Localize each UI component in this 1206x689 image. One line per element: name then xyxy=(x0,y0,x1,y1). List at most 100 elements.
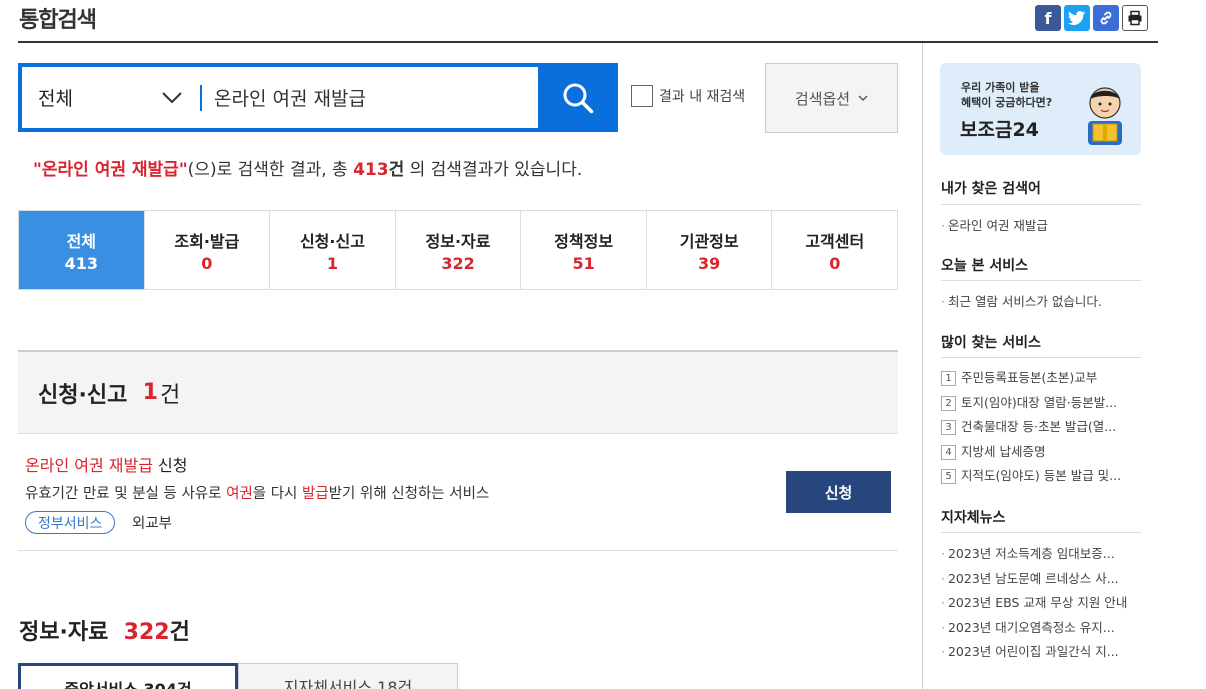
popular-label: 주민등록표등본(초본)교부 xyxy=(961,370,1098,385)
summary-text: (으)로 검색한 결과, 총 xyxy=(187,160,354,180)
desc-text: 유효기간 만료 및 분실 등 사유로 xyxy=(25,486,227,502)
divider xyxy=(941,280,1141,281)
print-icon[interactable] xyxy=(1122,5,1148,31)
tab-count: 51 xyxy=(572,253,595,273)
search-button[interactable] xyxy=(538,63,618,132)
news-item[interactable]: · 2023년 대기오염측정소 유지... xyxy=(941,617,1115,636)
link-copy-icon[interactable] xyxy=(1093,5,1119,31)
news-item[interactable]: · 2023년 저소득계층 임대보증... xyxy=(941,543,1115,562)
news-label: 2023년 어린이집 과일간식 지... xyxy=(947,644,1119,659)
tab-label: 전체 xyxy=(66,231,97,251)
tab-label: 정책정보 xyxy=(554,231,614,251)
apply-button[interactable]: 신청 xyxy=(786,471,891,513)
scope-value: 전체 xyxy=(38,88,73,110)
chevron-down-icon xyxy=(858,95,868,101)
tab-count: 0 xyxy=(829,253,841,273)
summary-count: 413 xyxy=(353,160,389,180)
summary-query: "온라인 여권 재발급" xyxy=(33,160,188,180)
desc-highlight: 여권 xyxy=(226,486,253,502)
section-title: 신청·신고 xyxy=(38,382,128,408)
rank-badge: 2 xyxy=(941,396,956,411)
news-item[interactable]: · 2023년 어린이집 과일간식 지... xyxy=(941,641,1119,660)
tab-all[interactable]: 전체 413 xyxy=(19,211,145,289)
desc-text: 을 다시 xyxy=(252,486,303,502)
share-bar: f xyxy=(1035,5,1148,31)
tab-count: 39 xyxy=(698,253,721,273)
sidebar-divider xyxy=(922,43,923,689)
section-header-apply: 신청·신고 1건 xyxy=(18,350,898,434)
banner-line1: 우리 가족이 받을 xyxy=(961,81,1040,94)
news-item[interactable]: · 2023년 EBS 교재 무상 지원 안내 xyxy=(941,592,1127,611)
section-title: 정보·자료 xyxy=(19,620,109,645)
tab-label: 정보·자료 xyxy=(425,231,491,251)
tab-count: 0 xyxy=(201,253,213,273)
tab-count: 413 xyxy=(64,253,98,273)
banner-brand: 보조금24 xyxy=(960,119,1039,141)
mascot-icon xyxy=(1088,87,1122,145)
tab-apply-report[interactable]: 신청·신고 1 xyxy=(270,211,396,289)
today-services-title: 오늘 본 서비스 xyxy=(941,258,1029,274)
tab-info-data[interactable]: 정보·자료 322 xyxy=(396,211,522,289)
popular-services-title: 많이 찾는 서비스 xyxy=(941,335,1041,351)
tab-label: 기관정보 xyxy=(679,231,739,251)
rank-badge: 5 xyxy=(941,469,956,484)
desc-highlight: 발급 xyxy=(302,486,329,502)
divider xyxy=(941,532,1141,533)
popular-label: 건축물대장 등·초본 발급(열... xyxy=(961,419,1117,434)
divider xyxy=(941,204,1141,205)
twitter-icon[interactable] xyxy=(1064,5,1090,31)
title-rule xyxy=(18,41,1158,43)
tab-count: 322 xyxy=(441,253,475,273)
service-type-badge: 정부서비스 xyxy=(25,511,116,534)
divider xyxy=(941,357,1141,358)
tab-support[interactable]: 고객센터 0 xyxy=(772,211,897,289)
subsidy24-banner[interactable]: 우리 가족이 받을혜택이 궁금하다면? 보조금24 xyxy=(940,63,1141,155)
news-label: 2023년 남도문예 르네상스 사... xyxy=(947,571,1119,586)
result-title-highlight: 온라인 여권 재발급 xyxy=(25,456,153,475)
section-count: 1 xyxy=(142,380,158,405)
rank-badge: 3 xyxy=(941,420,956,435)
popular-item[interactable]: 4 지방세 납세증명 xyxy=(941,441,1045,460)
section-header-info: 정보·자료 322건 xyxy=(19,614,190,646)
category-tabs: 전체 413 조회·발급 0 신청·신고 1 정보·자료 322 정책정보 51 기관정보… xyxy=(18,210,898,290)
search-options-button[interactable]: 검색옵션 xyxy=(765,63,898,133)
search-box: 전체 온라인 여권 재발급 xyxy=(18,63,618,132)
news-label: 2023년 EBS 교재 무상 지원 안내 xyxy=(947,595,1128,610)
local-news-title: 지자체뉴스 xyxy=(941,510,1006,526)
popular-item[interactable]: 5 지적도(임야도) 등본 발급 및... xyxy=(941,465,1121,484)
popular-label: 토지(임야)대장 열람·등본발... xyxy=(961,395,1118,410)
tab-policy[interactable]: 정책정보 51 xyxy=(521,211,647,289)
popular-item[interactable]: 2 토지(임야)대장 열람·등본발... xyxy=(941,392,1117,411)
news-label: 2023년 대기오염측정소 유지... xyxy=(947,620,1115,635)
chevron-down-icon xyxy=(162,91,182,103)
subtab-central[interactable]: 중앙서비스 304건 xyxy=(18,663,238,689)
research-label: 결과 내 재검색 xyxy=(659,89,746,105)
subtab-local[interactable]: 지자체서비스 18건 xyxy=(238,663,458,689)
result-title[interactable]: 온라인 여권 재발급 신청 xyxy=(25,452,187,476)
section-unit: 건 xyxy=(169,620,190,645)
summary-unit: 건 xyxy=(388,160,405,180)
agency-name: 외교부 xyxy=(132,516,173,532)
scope-select[interactable]: 전체 xyxy=(22,84,200,111)
tab-inquiry-issue[interactable]: 조회·발급 0 xyxy=(145,211,271,289)
tab-agency[interactable]: 기관정보 39 xyxy=(647,211,773,289)
my-search-item[interactable]: · 온라인 여권 재발급 xyxy=(941,215,1048,234)
facebook-icon[interactable]: f xyxy=(1035,5,1061,31)
research-within[interactable]: 결과 내 재검색 xyxy=(631,85,745,107)
today-label: 최근 열람 서비스가 없습니다. xyxy=(947,294,1102,309)
banner-line2: 혜택이 궁금하다면? xyxy=(961,96,1053,109)
search-icon xyxy=(563,83,594,113)
info-subtabs: 중앙서비스 304건 지자체서비스 18건 xyxy=(18,663,458,689)
news-item[interactable]: · 2023년 남도문예 르네상스 사... xyxy=(941,568,1119,587)
popular-item[interactable]: 1 주민등록표등본(초본)교부 xyxy=(941,367,1097,386)
result-summary: "온라인 여권 재발급"(으)로 검색한 결과, 총 413건 의 검색결과가 … xyxy=(33,155,582,180)
rank-badge: 1 xyxy=(941,371,956,386)
popular-item[interactable]: 3 건축물대장 등·초본 발급(열... xyxy=(941,416,1116,435)
tab-label: 고객센터 xyxy=(805,231,865,251)
result-title-rest: 신청 xyxy=(152,456,188,475)
today-service-item: · 최근 열람 서비스가 없습니다. xyxy=(941,294,1102,309)
tab-label: 신청·신고 xyxy=(299,231,365,251)
research-checkbox[interactable] xyxy=(631,85,653,107)
page-title: 통합검색 xyxy=(19,8,97,33)
rank-badge: 4 xyxy=(941,445,956,460)
